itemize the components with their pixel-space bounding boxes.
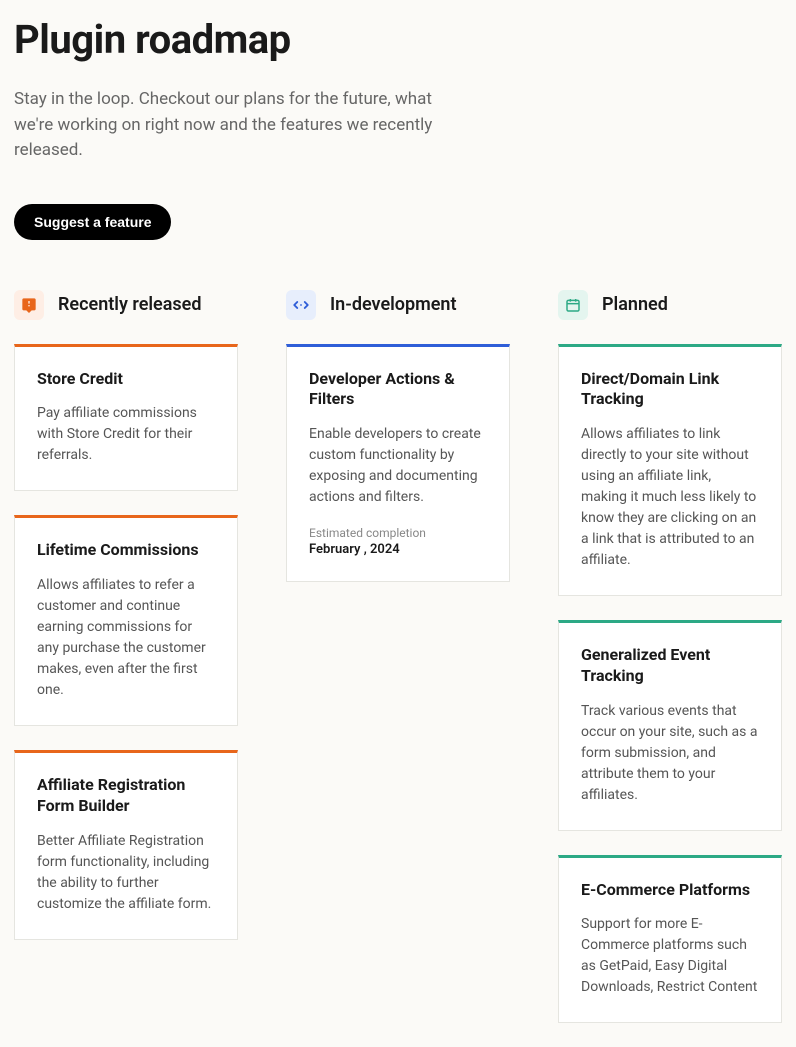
card-desc: Support for more E-Commerce platforms su… bbox=[581, 914, 759, 998]
column-title: Planned bbox=[602, 294, 668, 315]
card-title: Affiliate Registration Form Builder bbox=[37, 775, 215, 817]
card-title: E-Commerce Platforms bbox=[581, 880, 759, 901]
card-desc: Enable developers to create custom funct… bbox=[309, 424, 487, 508]
page-header: Plugin roadmap Stay in the loop. Checkou… bbox=[14, 0, 782, 290]
roadmap-columns: Recently released Store Credit Pay affil… bbox=[14, 290, 782, 1047]
card-title: Developer Actions & Filters bbox=[309, 369, 487, 411]
card-desc: Allows affiliates to refer a customer an… bbox=[37, 575, 215, 701]
card-desc: Track various events that occur on your … bbox=[581, 701, 759, 806]
card-desc: Pay affiliate commissions with Store Cre… bbox=[37, 403, 215, 466]
column-planned: Planned Direct/Domain Link Tracking Allo… bbox=[558, 290, 782, 1047]
card-title: Store Credit bbox=[37, 369, 215, 390]
roadmap-card[interactable]: Developer Actions & Filters Enable devel… bbox=[286, 344, 510, 583]
card-title: Lifetime Commissions bbox=[37, 540, 215, 561]
roadmap-card[interactable]: Direct/Domain Link Tracking Allows affil… bbox=[558, 344, 782, 597]
calendar-icon bbox=[558, 290, 588, 320]
roadmap-card[interactable]: Lifetime Commissions Allows affiliates t… bbox=[14, 515, 238, 726]
announcement-icon bbox=[14, 290, 44, 320]
card-desc: Allows affiliates to link directly to yo… bbox=[581, 424, 759, 571]
card-eta-value: February , 2024 bbox=[309, 542, 487, 557]
card-desc: Better Affiliate Registration form funct… bbox=[37, 831, 215, 915]
roadmap-card[interactable]: Affiliate Registration Form Builder Bett… bbox=[14, 750, 238, 940]
column-title: In-development bbox=[330, 294, 457, 315]
roadmap-card[interactable]: E-Commerce Platforms Support for more E-… bbox=[558, 855, 782, 1024]
column-header: In-development bbox=[286, 290, 510, 320]
code-icon bbox=[286, 290, 316, 320]
roadmap-card[interactable]: Store Credit Pay affiliate commissions w… bbox=[14, 344, 238, 492]
card-title: Direct/Domain Link Tracking bbox=[581, 369, 759, 411]
page-subtitle: Stay in the loop. Checkout our plans for… bbox=[14, 87, 454, 164]
column-header: Planned bbox=[558, 290, 782, 320]
roadmap-card[interactable]: Generalized Event Tracking Track various… bbox=[558, 620, 782, 831]
column-recently-released: Recently released Store Credit Pay affil… bbox=[14, 290, 238, 1047]
page-title: Plugin roadmap bbox=[14, 16, 782, 63]
card-title: Generalized Event Tracking bbox=[581, 645, 759, 687]
column-header: Recently released bbox=[14, 290, 238, 320]
card-eta-label: Estimated completion bbox=[309, 526, 487, 540]
column-title: Recently released bbox=[58, 294, 201, 315]
column-in-development: In-development Developer Actions & Filte… bbox=[286, 290, 510, 1047]
suggest-feature-button[interactable]: Suggest a feature bbox=[14, 204, 171, 240]
